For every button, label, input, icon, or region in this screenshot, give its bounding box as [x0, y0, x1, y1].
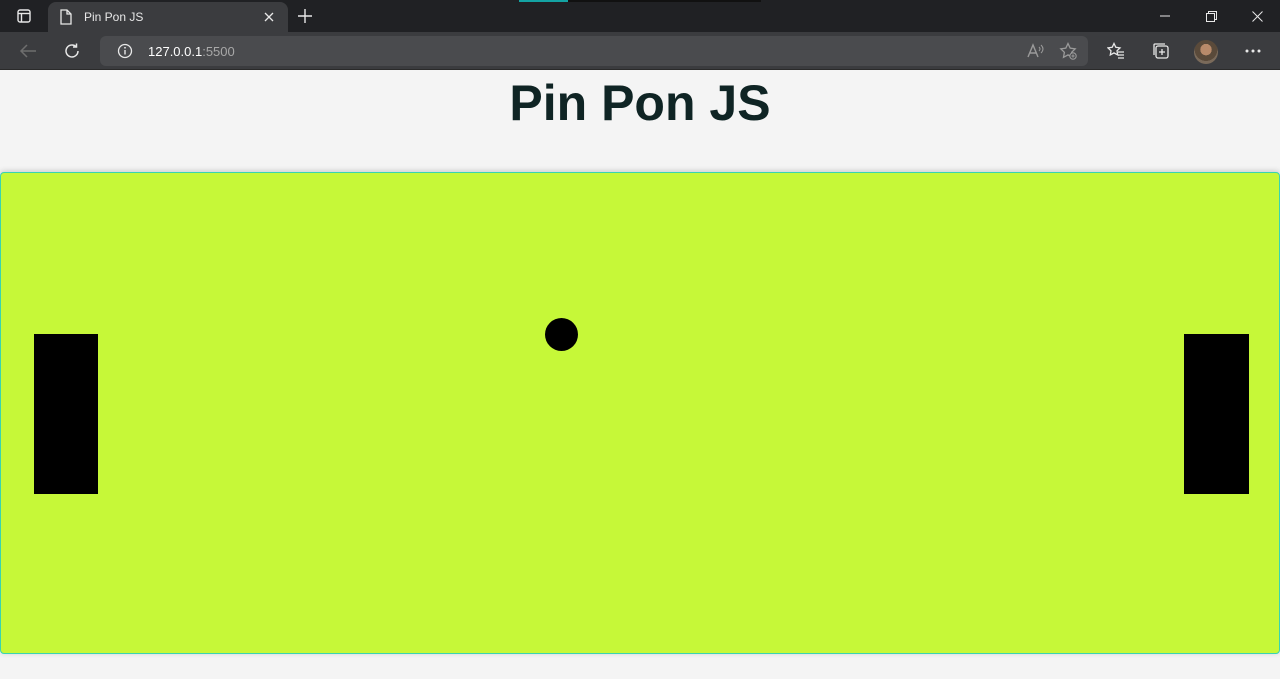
browser-tab[interactable]: Pin Pon JS — [48, 2, 288, 32]
ball — [545, 318, 578, 351]
right-paddle[interactable] — [1184, 334, 1249, 494]
info-icon[interactable] — [116, 42, 134, 60]
browser-toolbar: 127.0.0.1:5500 — [0, 32, 1280, 70]
tab-accent-line — [519, 0, 568, 2]
read-aloud-icon[interactable] — [1024, 39, 1048, 63]
restore-icon[interactable] — [1188, 0, 1234, 32]
left-paddle[interactable] — [34, 334, 98, 494]
add-favorite-icon[interactable] — [1056, 39, 1080, 63]
favorites-icon[interactable] — [1101, 36, 1131, 66]
tab-title: Pin Pon JS — [84, 10, 144, 24]
minimize-icon[interactable] — [1142, 0, 1188, 32]
window-controls — [1142, 0, 1280, 32]
plus-icon[interactable] — [292, 4, 318, 28]
url-host: 127.0.0.1 — [148, 43, 203, 59]
address-bar[interactable]: 127.0.0.1:5500 — [100, 36, 1088, 66]
back-arrow-icon[interactable] — [13, 36, 43, 66]
avatar[interactable] — [1194, 40, 1218, 64]
more-icon[interactable] — [1238, 36, 1268, 66]
address-bar-actions — [1024, 39, 1080, 63]
tab-accent-line-dark — [568, 0, 761, 2]
window-close-icon[interactable] — [1234, 0, 1280, 32]
tab-actions-icon[interactable] — [8, 4, 40, 28]
game-board[interactable] — [0, 172, 1280, 654]
page-icon — [58, 9, 74, 25]
collections-icon[interactable] — [1146, 36, 1176, 66]
tab-strip: Pin Pon JS — [0, 0, 1280, 32]
url-port: :5500 — [202, 43, 235, 59]
refresh-icon[interactable] — [57, 36, 87, 66]
close-icon[interactable] — [260, 8, 278, 26]
page-title: Pin Pon JS — [509, 75, 771, 131]
